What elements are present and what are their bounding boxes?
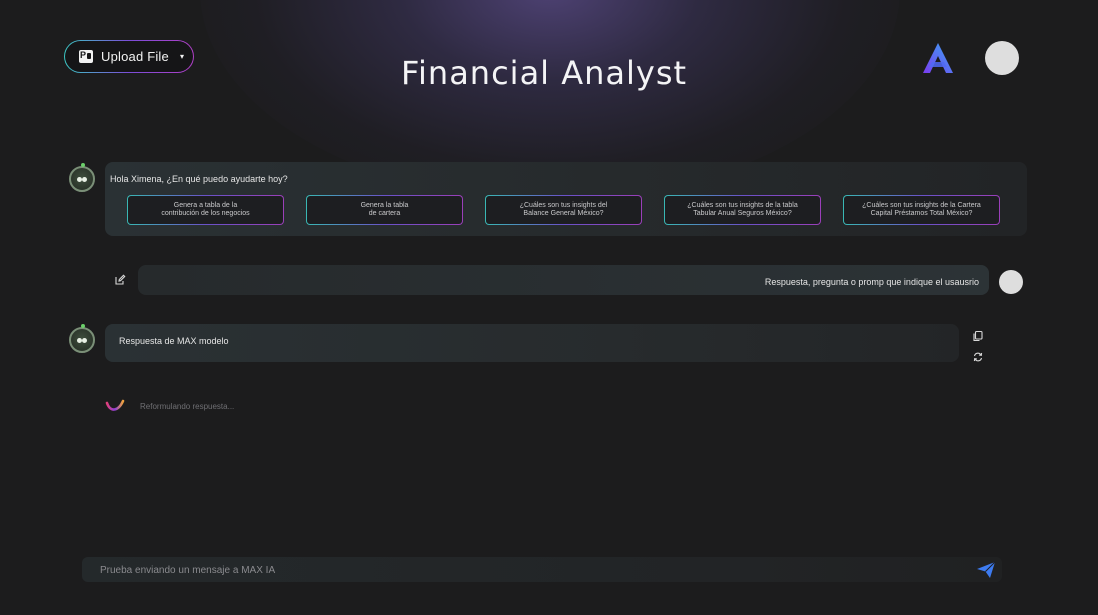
regenerate-icon[interactable] bbox=[972, 351, 984, 363]
greeting-text: Hola Ximena, ¿En qué puedo ayudarte hoy? bbox=[110, 174, 288, 184]
bot-avatar bbox=[69, 163, 95, 192]
bot-avatar bbox=[69, 324, 95, 353]
bot-response-text: Respuesta de MAX modelo bbox=[119, 336, 229, 346]
copy-icon[interactable] bbox=[972, 330, 984, 342]
message-input-bar bbox=[82, 557, 1002, 582]
suggestion-list: Genera a tabla de la contribución de los… bbox=[127, 195, 1000, 225]
suggestion-chip[interactable]: Genera a tabla de la contribución de los… bbox=[127, 195, 284, 225]
user-message: Respuesta, pregunta o promp que indique … bbox=[138, 265, 989, 295]
app-window: Upload File ▾ Financial Analyst Hola Xim… bbox=[0, 0, 1098, 615]
bot-eye-right bbox=[82, 338, 87, 343]
bot-antenna bbox=[81, 163, 85, 167]
suggestion-chip[interactable]: ¿Cuáles son tus insights de la tabla Tab… bbox=[664, 195, 821, 225]
user-message-avatar bbox=[999, 270, 1023, 294]
suggestion-chip[interactable]: Genera la tabla de cartera bbox=[306, 195, 463, 225]
app-logo-icon[interactable] bbox=[920, 40, 956, 76]
user-message-text: Respuesta, pregunta o promp que indique … bbox=[764, 277, 979, 287]
edit-icon[interactable] bbox=[114, 274, 126, 286]
loading-text: Reformulando respuesta... bbox=[140, 402, 235, 411]
loader-icon bbox=[105, 399, 125, 411]
bot-antenna bbox=[81, 324, 85, 328]
greeting-message: Hola Ximena, ¿En qué puedo ayudarte hoy?… bbox=[105, 162, 1027, 236]
suggestion-chip[interactable]: ¿Cuáles son tus insights de la Cartera C… bbox=[843, 195, 1000, 225]
user-avatar[interactable] bbox=[985, 41, 1019, 75]
suggestion-chip[interactable]: ¿Cuáles son tus insights del Balance Gen… bbox=[485, 195, 642, 225]
message-input[interactable] bbox=[98, 562, 962, 579]
send-icon[interactable] bbox=[976, 561, 996, 579]
bot-response-message: Respuesta de MAX modelo bbox=[105, 324, 959, 362]
bot-eye-right bbox=[82, 177, 87, 182]
